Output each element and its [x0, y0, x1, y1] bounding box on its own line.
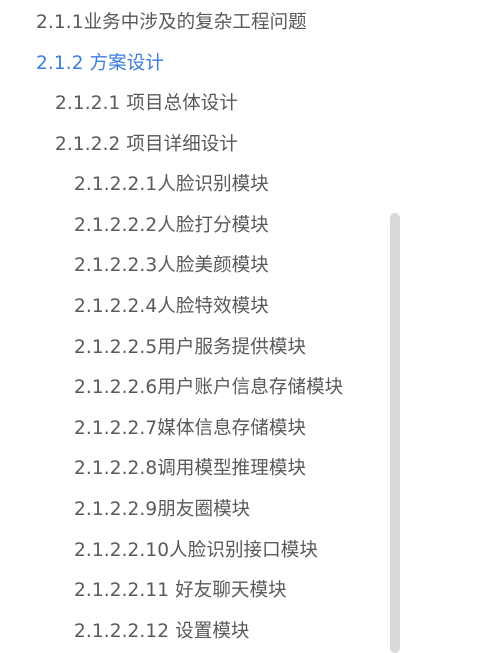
toc-item-2-1-2-2-2[interactable]: 2.1.2.2.2人脸打分模块	[74, 213, 269, 239]
toc-item-2-1-2-2-3[interactable]: 2.1.2.2.3人脸美颜模块	[74, 253, 269, 279]
toc-item-2-1-2-2-6[interactable]: 2.1.2.2.6用户账户信息存储模块	[74, 375, 343, 401]
toc-item-2-1-2-2-11[interactable]: 2.1.2.2.11 好友聊天模块	[74, 578, 287, 604]
toc-item-2-1-1[interactable]: 2.1.1业务中涉及的复杂工程问题	[36, 10, 307, 36]
toc-item-2-1-2-2-7[interactable]: 2.1.2.2.7媒体信息存储模块	[74, 416, 306, 442]
toc-item-2-1-2-2-5[interactable]: 2.1.2.2.5用户服务提供模块	[74, 335, 306, 361]
toc-item-2-1-2-2-8[interactable]: 2.1.2.2.8调用模型推理模块	[74, 456, 306, 482]
scrollbar-thumb[interactable]	[390, 213, 400, 653]
toc-item-2-1-2[interactable]: 2.1.2 方案设计	[36, 51, 164, 77]
toc-item-2-1-2-2-4[interactable]: 2.1.2.2.4人脸特效模块	[74, 294, 269, 320]
toc-item-2-1-2-1[interactable]: 2.1.2.1 项目总体设计	[55, 91, 238, 117]
toc-item-2-1-2-2-10[interactable]: 2.1.2.2.10人脸识别接口模块	[74, 538, 318, 564]
toc-item-2-1-2-2-1[interactable]: 2.1.2.2.1人脸识别模块	[74, 172, 269, 198]
toc-item-2-1-2-2-12[interactable]: 2.1.2.2.12 设置模块	[74, 619, 250, 645]
table-of-contents: 2.1.1业务中涉及的复杂工程问题 2.1.2 方案设计 2.1.2.1 项目总…	[0, 0, 477, 653]
toc-item-2-1-2-2-9[interactable]: 2.1.2.2.9朋友圈模块	[74, 497, 250, 523]
toc-item-2-1-2-2[interactable]: 2.1.2.2 项目详细设计	[55, 132, 238, 158]
